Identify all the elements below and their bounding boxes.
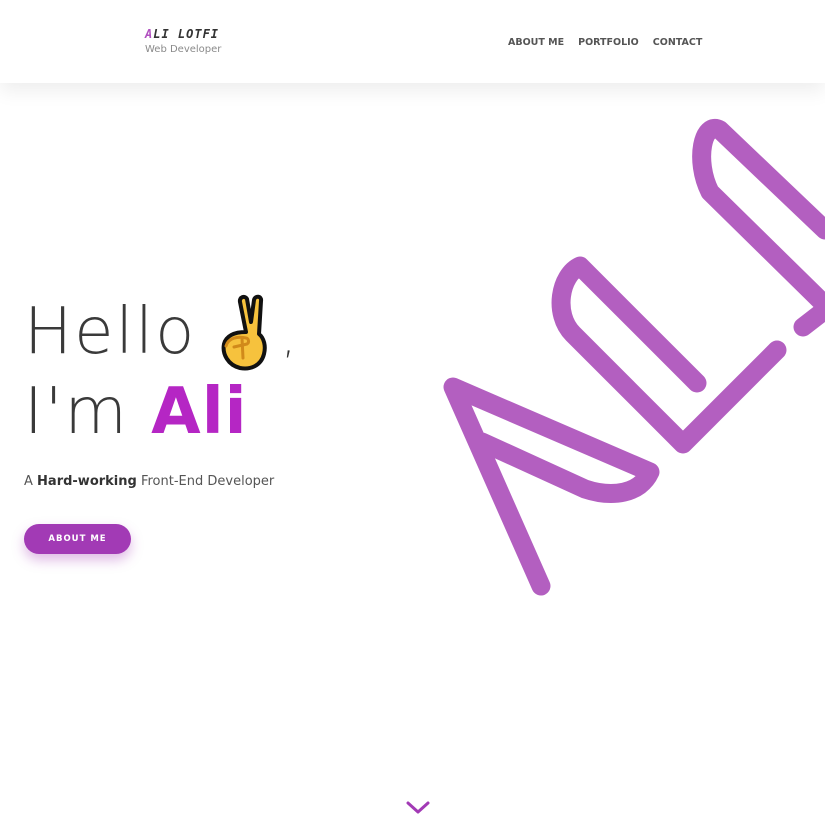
brand-subtitle: Web Developer [145, 44, 222, 55]
hello-comma: , [282, 317, 297, 363]
nav-portfolio[interactable]: PORTFOLIO [578, 37, 639, 49]
brand[interactable]: ALI LOTFI Web Developer [145, 27, 221, 55]
main-nav: ABOUT ME PORTFOLIO CONTACT [508, 37, 702, 49]
about-me-button[interactable]: ABOUT ME [24, 524, 131, 554]
hero-text: Hello , I'm Ali A Hard-working Front-End… [24, 292, 297, 489]
nav-contact[interactable]: CONTACT [653, 37, 703, 49]
nav-about-me[interactable]: ABOUT ME [508, 37, 564, 49]
hello-word: Hello [24, 295, 197, 369]
name-accent: Ali [151, 375, 248, 449]
tagline-suffix: Front-End Developer [140, 474, 275, 489]
hello-line: Hello , [24, 292, 297, 372]
tagline: A Hard-working Front-End Developer [24, 474, 297, 489]
brand-name-initial: A [145, 27, 154, 41]
brand-name[interactable]: ALI LOTFI [145, 27, 221, 41]
ali-signature-logo [430, 110, 825, 615]
chevron-down-icon[interactable] [405, 800, 431, 816]
victory-hand-icon [220, 292, 272, 372]
name-line: I'm Ali [24, 372, 297, 452]
brand-name-rest: LI LOTFI [153, 27, 220, 41]
tagline-bold: Hard-working [37, 474, 137, 489]
tagline-prefix: A [24, 474, 33, 489]
im-word: I'm [24, 375, 129, 449]
site-header: ALI LOTFI Web Developer ABOUT ME PORTFOL… [0, 0, 825, 83]
